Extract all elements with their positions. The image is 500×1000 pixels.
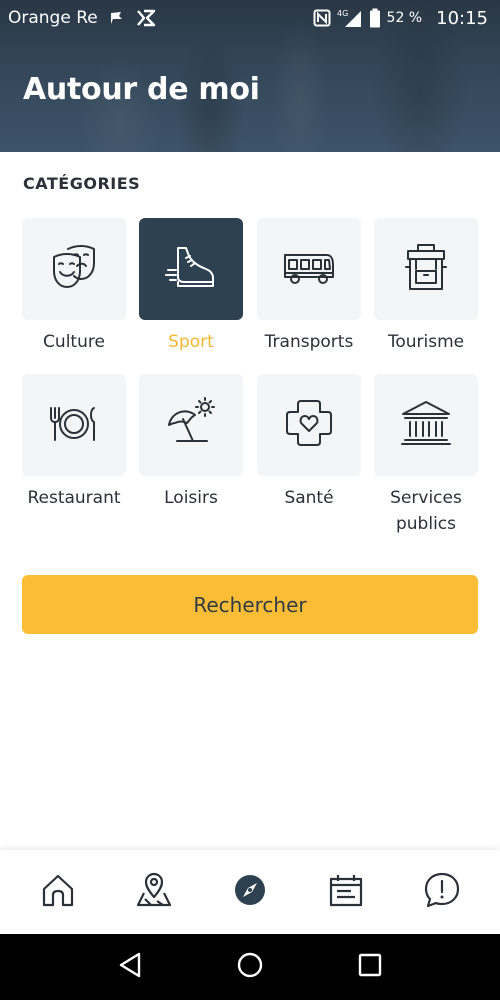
category-sport[interactable]: Sport xyxy=(139,218,243,355)
category-tile[interactable] xyxy=(139,374,243,476)
nav-explore[interactable] xyxy=(220,862,280,922)
category-label: Services publics xyxy=(390,488,462,534)
home-circle-icon xyxy=(236,951,264,983)
category-transports[interactable]: Transports xyxy=(257,218,361,355)
map-pin-icon xyxy=(135,871,173,913)
home-system-button[interactable] xyxy=(225,942,275,992)
category-tile[interactable] xyxy=(257,374,361,476)
section-title-categories: CATÉGORIES xyxy=(23,174,141,193)
category-label: Culture xyxy=(43,332,105,352)
bottom-navigation xyxy=(0,850,500,934)
calendar-icon xyxy=(328,872,364,912)
category-sante[interactable]: Santé xyxy=(257,374,361,511)
notification-icon xyxy=(108,9,126,27)
clock: 10:15 xyxy=(436,7,488,29)
nav-alerts[interactable] xyxy=(412,862,472,922)
backpack-icon xyxy=(402,239,450,299)
category-services-publics[interactable]: Services publics xyxy=(374,374,478,537)
plate-cutlery-icon xyxy=(46,398,102,452)
compass-icon xyxy=(233,873,267,911)
status-bar: Orange Re 4G 52 % 10:15 xyxy=(0,0,500,36)
category-tourisme[interactable]: Tourisme xyxy=(374,218,478,355)
category-tile[interactable] xyxy=(374,218,478,320)
category-restaurant[interactable]: Restaurant xyxy=(22,374,126,511)
beach-umbrella-icon xyxy=(163,395,219,455)
category-label: Tourisme xyxy=(387,332,465,352)
nav-home[interactable] xyxy=(28,862,88,922)
category-label: Restaurant xyxy=(27,488,121,508)
back-button[interactable] xyxy=(105,942,155,992)
back-triangle-icon xyxy=(117,951,143,983)
category-label: Transports xyxy=(264,332,354,352)
category-tile-selected[interactable] xyxy=(139,218,243,320)
android-navigation-bar xyxy=(0,934,500,1000)
nav-agenda[interactable] xyxy=(316,862,376,922)
category-tile[interactable] xyxy=(22,374,126,476)
theater-masks-icon xyxy=(48,241,100,297)
category-culture[interactable]: Culture xyxy=(22,218,126,355)
main-content: CATÉGORIES Culture Sport Transports Tour… xyxy=(0,152,500,850)
home-icon xyxy=(40,872,76,912)
app-header: Orange Re 4G 52 % 10:15 Autour de moi xyxy=(0,0,500,152)
category-tile[interactable] xyxy=(374,374,478,476)
nav-map[interactable] xyxy=(124,862,184,922)
recents-button[interactable] xyxy=(345,942,395,992)
category-loisirs[interactable]: Loisirs xyxy=(139,374,243,511)
carrier-name: Orange Re xyxy=(8,8,98,28)
app-notification-icon xyxy=(136,9,156,27)
health-cross-heart-icon xyxy=(283,397,335,453)
alert-chat-icon xyxy=(423,871,461,913)
signal-icon: 4G xyxy=(337,8,363,28)
category-tile[interactable] xyxy=(257,218,361,320)
battery-icon xyxy=(369,8,381,28)
recents-square-icon xyxy=(357,952,383,982)
running-shoe-icon xyxy=(164,240,218,298)
public-building-icon xyxy=(399,398,453,452)
category-tile[interactable] xyxy=(22,218,126,320)
category-label: Sport xyxy=(168,332,214,352)
svg-text:4G: 4G xyxy=(337,9,348,18)
bus-icon xyxy=(281,241,337,297)
page-title: Autour de moi xyxy=(23,72,260,107)
battery-percent: 52 % xyxy=(386,10,423,26)
category-label: Santé xyxy=(284,488,334,508)
search-button[interactable]: Rechercher xyxy=(22,575,478,634)
nfc-icon xyxy=(313,9,331,27)
category-label: Loisirs xyxy=(164,488,218,508)
